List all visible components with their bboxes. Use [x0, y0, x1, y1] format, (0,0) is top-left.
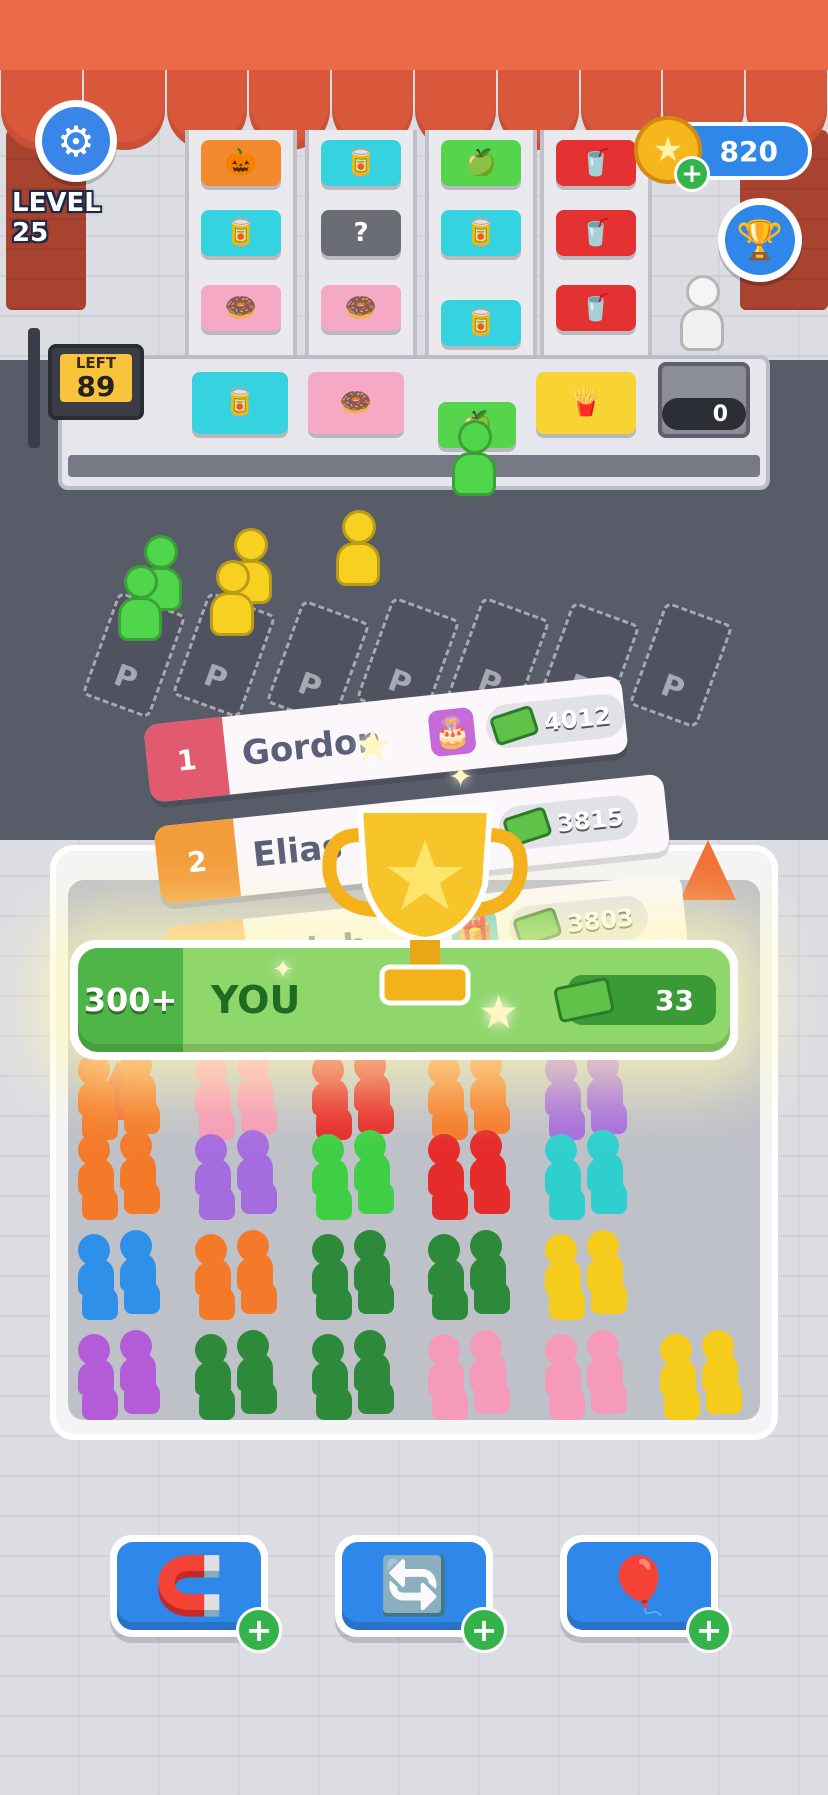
donut-icon: 🍩	[321, 285, 401, 331]
cup-icon: 🥤	[556, 285, 636, 331]
sparkle-star: ★	[352, 718, 394, 772]
leaderboard-button[interactable]: 🏆	[718, 198, 802, 282]
settings-button[interactable]: ⚙	[35, 100, 117, 182]
balloon-powerup-button[interactable]: 🎈 +	[560, 1535, 732, 1653]
shelf-4: 🥤 🥤 🥤	[540, 130, 652, 360]
customer	[336, 510, 382, 588]
mystery-icon: ?	[321, 210, 401, 256]
customer-group[interactable]	[195, 1230, 291, 1320]
customer-group[interactable]	[195, 1130, 291, 1220]
your-cash: 33	[552, 975, 716, 1025]
trophy-icon: 🏆	[725, 205, 795, 275]
traffic-cone	[680, 840, 736, 900]
customer-group[interactable]	[428, 1230, 524, 1320]
level-label: LEVEL 25	[12, 188, 101, 248]
shopkeeper	[680, 275, 726, 353]
counter-rail	[68, 455, 760, 477]
customer-group[interactable]	[78, 1330, 174, 1420]
sign-pole	[28, 328, 40, 448]
player-cash: 4012	[484, 692, 627, 751]
left-count: 89	[60, 372, 132, 402]
add-coins-button[interactable]: +	[674, 156, 710, 192]
apple-icon: 🍏	[441, 140, 521, 186]
drink-can-icon: 🥫	[441, 210, 521, 256]
customer-group[interactable]	[78, 1130, 174, 1220]
rank-badge: 1	[143, 717, 231, 803]
customer-group[interactable]	[428, 1050, 524, 1140]
customer	[210, 560, 256, 638]
customer-group[interactable]	[545, 1130, 641, 1220]
customer-group[interactable]	[545, 1330, 641, 1420]
customer-group[interactable]	[78, 1050, 174, 1140]
magnet-powerup-button[interactable]: 🧲 +	[110, 1535, 282, 1653]
customer-group[interactable]	[78, 1230, 174, 1320]
shop-awning	[0, 0, 828, 70]
customers-left-sign: LEFT 89	[48, 344, 144, 420]
customer-group[interactable]	[312, 1230, 408, 1320]
customer-group[interactable]	[312, 1050, 408, 1140]
register-value: 0	[662, 398, 746, 430]
customer-group[interactable]	[195, 1050, 291, 1140]
cake-icon: 🎂	[426, 706, 478, 758]
gear-icon: ⚙	[42, 107, 110, 175]
shelf-3: 🍏 🥫 🥫	[425, 130, 537, 360]
shelf-2: 🥫 ? 🍩	[305, 130, 417, 360]
customer-group[interactable]	[195, 1330, 291, 1420]
shelf-1: 🎃 🥫 🍩	[185, 130, 297, 360]
your-rank: 300+	[83, 981, 178, 1019]
customer-group[interactable]	[312, 1330, 408, 1420]
shuffle-powerup-button[interactable]: 🔄 +	[335, 1535, 507, 1653]
customer	[118, 565, 164, 643]
customer-group[interactable]	[545, 1230, 641, 1320]
sparkle-star: ✦	[272, 955, 294, 985]
customer	[452, 420, 498, 498]
drink-can-icon: 🥫	[321, 140, 401, 186]
add-balloon-button[interactable]: +	[686, 1607, 732, 1653]
add-shuffle-button[interactable]: +	[461, 1607, 507, 1653]
rank-badge: 2	[153, 818, 242, 905]
cash-icon	[552, 976, 616, 1024]
customer-group[interactable]	[428, 1130, 524, 1220]
customer-group[interactable]	[428, 1330, 524, 1420]
trophy-icon	[322, 807, 528, 1006]
counter-drink-can-icon[interactable]: 🥫	[192, 372, 288, 434]
pumpkin-icon: 🎃	[201, 140, 281, 186]
counter-fries-icon[interactable]: 🍟	[536, 372, 636, 434]
sparkle-star: ✦	[448, 760, 474, 795]
cup-icon: 🥤	[556, 210, 636, 256]
drink-can-icon: 🥫	[441, 300, 521, 346]
customer-group[interactable]	[545, 1050, 641, 1140]
donut-icon: 🍩	[201, 285, 281, 331]
customer-group[interactable]	[660, 1330, 756, 1420]
cup-icon: 🥤	[556, 140, 636, 186]
cash-icon	[488, 704, 541, 747]
drink-can-icon: 🥫	[201, 210, 281, 256]
customer-group[interactable]	[312, 1130, 408, 1220]
add-magnet-button[interactable]: +	[236, 1607, 282, 1653]
counter-donut-icon[interactable]: 🍩	[308, 372, 404, 434]
